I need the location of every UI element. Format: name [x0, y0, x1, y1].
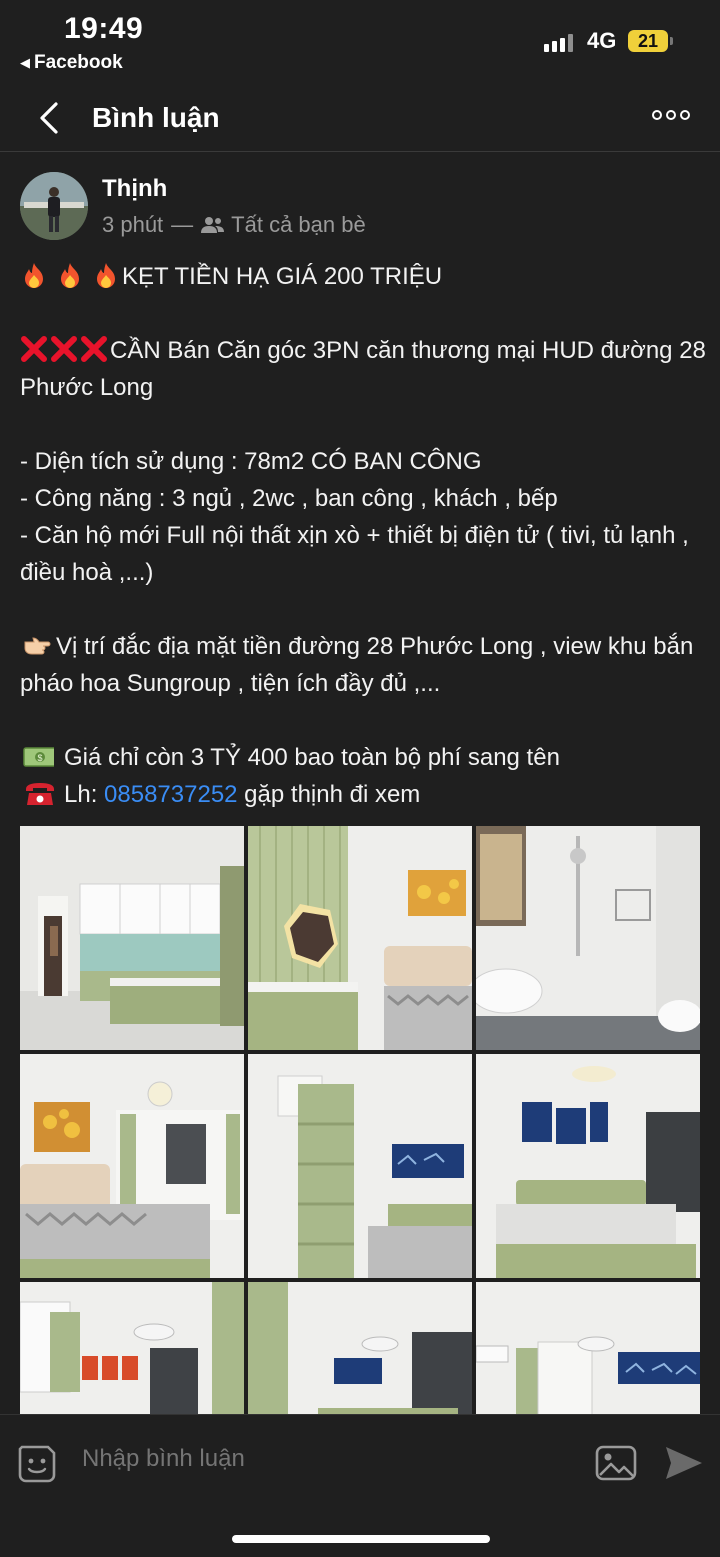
back-to-app-link[interactable]: ◀ Facebook — [20, 52, 123, 74]
photo-bedroom-mirror[interactable] — [248, 826, 472, 1050]
photo-icon[interactable] — [594, 1443, 638, 1483]
chevron-left-icon[interactable] — [34, 98, 70, 138]
fire-emoji — [61, 263, 79, 288]
more-dots-icon[interactable] — [652, 110, 690, 120]
contact-prefix: Lh: — [64, 781, 105, 808]
comment-input[interactable] — [82, 1445, 562, 1473]
battery-icon: 21 — [628, 30, 668, 52]
photo-grid — [20, 826, 700, 1414]
screen: 19:49 ◀ Facebook 4G 21 Bình luận Thịnh 3 … — [0, 0, 720, 1557]
post-line-rooms: - Công năng : 3 ngủ , 2wc , ban công , k… — [20, 485, 558, 512]
status-time: 19:49 — [64, 12, 144, 45]
cross-mark-emoji — [51, 336, 77, 362]
post-time: 3 phút — [102, 212, 164, 237]
title-text: CẦN Bán Căn góc 3PN căn thương mại HUD đ… — [20, 337, 713, 401]
author-name[interactable]: Thịnh — [102, 175, 167, 203]
post-line-price: $ Giá chỉ còn 3 TỶ 400 bao toàn bộ phí sa… — [20, 739, 710, 776]
photo-bedroom-sunflower[interactable] — [20, 1054, 244, 1278]
nav-bar: Bình luận — [0, 86, 720, 152]
post-line-furniture: - Căn hộ mới Full nội thất xịn xò + thiế… — [20, 522, 696, 586]
phone-link[interactable]: 0858737252 — [104, 781, 237, 808]
post-line-headline: KẸT TIỀN HẠ GIÁ 200 TRIỆU — [20, 258, 710, 295]
photo-bedroom-fan-2[interactable] — [248, 1282, 472, 1414]
battery-cap — [670, 37, 673, 45]
photo-kitchen[interactable] — [20, 826, 244, 1050]
contact-suffix: gặp thịnh đi xem — [237, 781, 421, 808]
post-line-area: - Diện tích sử dụng : 78m2 CÓ BAN CÔNG — [20, 448, 482, 475]
location-text: Vị trí đắc địa mặt tiền đường 28 Phước L… — [20, 633, 700, 697]
fire-emoji — [25, 263, 43, 288]
post-text: KẸT TIỀN HẠ GIÁ 200 TRIỆU CẦN Bán Căn gó… — [20, 258, 710, 813]
post-line-contact: Lh: 0858737252 gặp thịnh đi xem — [20, 776, 710, 813]
fire-emoji — [97, 263, 115, 288]
post-line-title: CẦN Bán Căn góc 3PN căn thương mại HUD đ… — [20, 332, 710, 406]
post-meta: 3 phút — Tất cả bạn bè — [102, 212, 366, 238]
price-text: Giá chỉ còn 3 TỶ 400 bao toàn bộ phí san… — [64, 744, 560, 771]
back-triangle-icon: ◀ — [20, 55, 30, 70]
page-title: Bình luận — [92, 102, 220, 133]
pointing-right-emoji — [24, 637, 51, 655]
cross-mark-emoji — [81, 336, 107, 362]
network-type: 4G — [587, 28, 617, 53]
back-app-label: Facebook — [34, 52, 123, 73]
svg-text:$: $ — [37, 753, 42, 763]
sticker-icon[interactable] — [16, 1443, 58, 1485]
status-bar: 19:49 ◀ Facebook 4G 21 — [0, 0, 720, 86]
home-indicator[interactable] — [232, 1535, 490, 1543]
photo-bedroom-shelves[interactable] — [248, 1054, 472, 1278]
cross-mark-emoji — [21, 336, 47, 362]
telephone-emoji — [26, 783, 54, 805]
photo-bedroom-bed[interactable] — [476, 1054, 700, 1278]
post-audience: Tất cả bạn bè — [231, 212, 366, 237]
meta-separator: — — [171, 212, 194, 237]
money-emoji: $ — [23, 747, 54, 767]
photo-bedroom-aircon[interactable] — [476, 1282, 700, 1414]
send-icon[interactable] — [662, 1443, 704, 1483]
friends-icon — [201, 217, 225, 233]
signal-icon — [544, 34, 573, 52]
avatar[interactable] — [20, 172, 88, 240]
headline-text: KẸT TIỀN HẠ GIÁ 200 TRIỆU — [122, 263, 443, 290]
photo-bedroom-fan[interactable] — [20, 1282, 244, 1414]
photo-bathroom[interactable] — [476, 826, 700, 1050]
post-line-location: Vị trí đắc địa mặt tiền đường 28 Phước L… — [20, 628, 710, 702]
